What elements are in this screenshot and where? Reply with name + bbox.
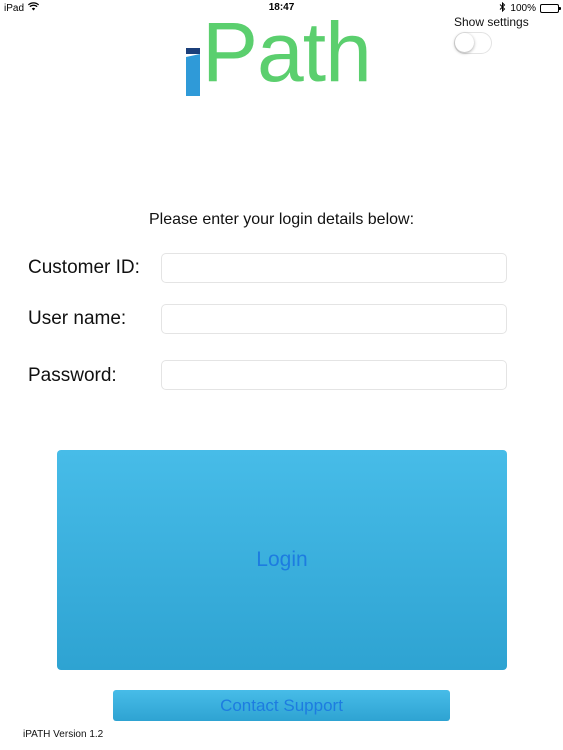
bluetooth-icon: [499, 1, 506, 15]
user-name-label: User name:: [28, 308, 127, 329]
ipath-logo: Path: [184, 5, 384, 99]
show-settings-label: Show settings: [454, 15, 529, 29]
show-settings-toggle[interactable]: [454, 32, 492, 54]
contact-support-label: Contact Support: [220, 695, 343, 715]
contact-support-button[interactable]: Contact Support: [113, 690, 450, 721]
logo-mark-icon: [186, 48, 200, 96]
user-name-field[interactable]: [161, 304, 507, 334]
password-label: Password:: [28, 365, 117, 386]
toggle-knob: [455, 33, 474, 52]
battery-percent: 100%: [510, 3, 536, 14]
customer-id-label: Customer ID:: [28, 257, 140, 278]
customer-id-field[interactable]: [161, 253, 507, 283]
login-instructions: Please enter your login details below:: [148, 211, 415, 228]
login-button-label: Login: [256, 548, 308, 571]
status-bar-right: 100%: [499, 1, 561, 15]
logo-text: Path: [202, 5, 372, 99]
version-label: iPATH Version 1.2: [23, 729, 104, 740]
password-field[interactable]: [161, 360, 507, 390]
battery-icon: [540, 4, 561, 13]
login-button[interactable]: Login: [57, 450, 507, 670]
